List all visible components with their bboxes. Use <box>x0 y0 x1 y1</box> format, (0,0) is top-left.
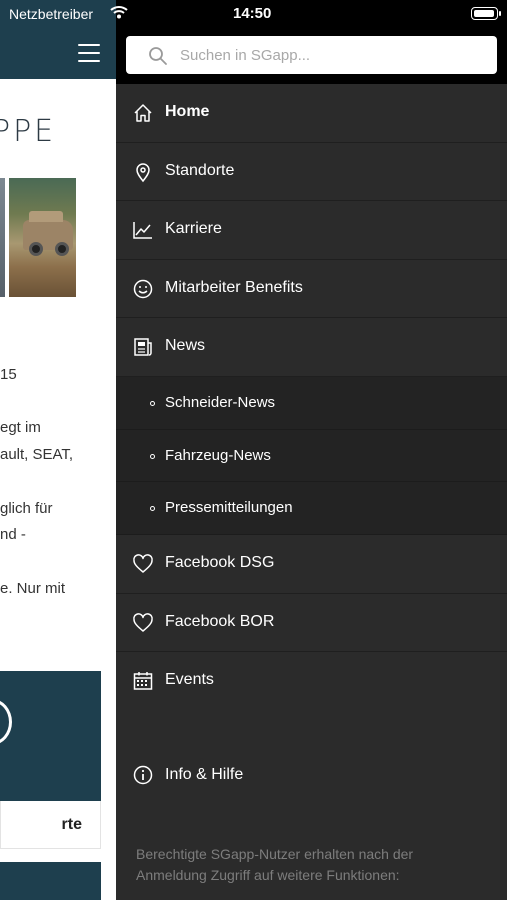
menu-item-events[interactable]: Events <box>116 652 507 710</box>
newspaper-icon <box>134 338 152 357</box>
submenu-item-schneider-news[interactable]: Schneider-News <box>116 376 507 430</box>
tile-caption[interactable]: rte <box>0 801 101 849</box>
carrier-label: Netzbetreiber <box>9 6 94 22</box>
menu-item-facebook-bor[interactable]: Facebook BOR <box>116 594 507 653</box>
menu-item-mitarbeiter-benefits[interactable]: Mitarbeiter Benefits <box>116 260 507 319</box>
search-bar <box>116 28 507 84</box>
page-text: ault, SEAT, <box>0 446 74 463</box>
home-icon <box>134 104 152 122</box>
page-text: e. Nur mit <box>0 580 66 597</box>
drawer-menu: Home Standorte Karriere Mitarbeiter Bene… <box>116 84 507 710</box>
page-text: glich für <box>0 500 53 517</box>
location-pin-icon <box>136 162 150 182</box>
menu-item-karriere[interactable]: Karriere <box>116 201 507 260</box>
login-note: Berechtigte SGapp-Nutzer erhalten nach d… <box>136 846 414 883</box>
hamburger-menu-icon[interactable] <box>78 44 100 62</box>
page-text: nd - <box>0 526 26 543</box>
photo-thumbnail <box>0 178 5 297</box>
bullet-icon <box>150 400 155 406</box>
search-icon <box>149 47 167 65</box>
chart-line-icon <box>133 222 152 239</box>
tile-icon <box>0 699 12 745</box>
page-logo: PPE <box>0 114 57 149</box>
menu-item-standorte[interactable]: Standorte <box>116 143 507 202</box>
page-header <box>0 28 116 79</box>
bullet-icon <box>150 506 155 512</box>
page-text: egt im <box>0 419 41 436</box>
battery-icon <box>471 7 501 20</box>
search-input[interactable] <box>180 36 480 74</box>
wifi-icon <box>110 6 128 19</box>
submenu-item-pressemitteilungen[interactable]: Pressemitteilungen <box>116 482 507 536</box>
menu-item-home[interactable]: Home <box>116 84 507 143</box>
calendar-icon <box>133 672 153 690</box>
side-drawer: Home Standorte Karriere Mitarbeiter Bene… <box>116 28 507 900</box>
page-text: 15 <box>0 366 17 383</box>
heart-icon <box>133 612 153 632</box>
search-box[interactable] <box>126 36 497 74</box>
page-tile[interactable] <box>0 671 101 801</box>
menu-item-news[interactable]: News <box>116 318 507 377</box>
status-bar: Netzbetreiber 14:50 <box>0 0 507 28</box>
info-icon <box>133 765 153 785</box>
submenu-item-fahrzeug-news[interactable]: Fahrzeug-News <box>116 429 507 483</box>
background-page: PPE 15 egt im ault, SEAT, glich für nd -… <box>0 0 116 900</box>
clock: 14:50 <box>233 5 272 22</box>
heart-icon <box>133 554 153 573</box>
menu-item-info-hilfe[interactable]: Info & Hilfe <box>116 746 507 804</box>
smiley-icon <box>133 279 153 299</box>
page-tile[interactable] <box>0 862 101 900</box>
vehicle-photo <box>9 178 76 297</box>
menu-item-facebook-dsg[interactable]: Facebook DSG <box>116 535 507 594</box>
bullet-icon <box>150 453 155 459</box>
